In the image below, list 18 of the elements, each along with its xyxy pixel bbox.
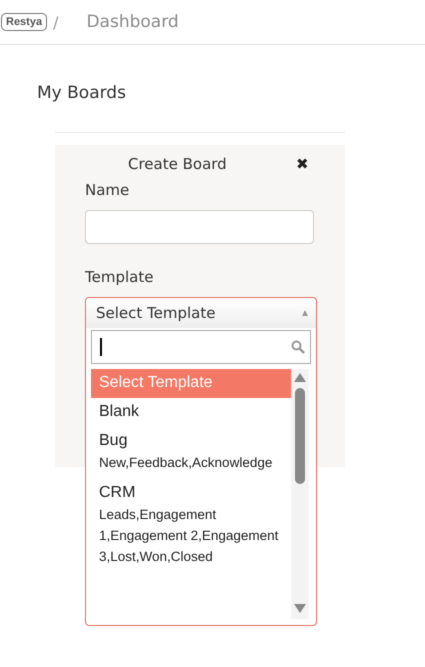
template-option[interactable]: Bug New,Feedback,Acknowledge — [91, 427, 291, 479]
name-label: Name — [85, 181, 130, 199]
page-title: My Boards — [37, 83, 127, 103]
search-field[interactable] — [91, 330, 311, 364]
search-icon — [291, 340, 305, 354]
template-option[interactable]: Blank — [91, 398, 291, 427]
close-button[interactable]: ✖ — [296, 155, 309, 173]
breadcrumb-separator: / — [53, 12, 58, 32]
template-dropdown[interactable]: Select Template Select Template Blank Bug New,Feedback,Acknowledge CRM Leads,Engagement 1,Engagement 2,Engagement 3,Lost,Won,Closed — [85, 297, 317, 626]
selected-template: Select Template — [96, 304, 216, 322]
name-field[interactable] — [85, 210, 314, 244]
collapse-icon[interactable] — [302, 310, 308, 316]
template-option[interactable]: CRM Leads,Engagement 1,Engagement 2,Engagement 3,Lost,Won,Closed — [91, 479, 291, 573]
dialog-title: Create Board — [128, 155, 227, 173]
scrollbar[interactable] — [291, 369, 309, 619]
logo[interactable]: Restya — [1, 13, 48, 31]
text-cursor — [100, 338, 102, 356]
template-label: Template — [85, 268, 154, 286]
